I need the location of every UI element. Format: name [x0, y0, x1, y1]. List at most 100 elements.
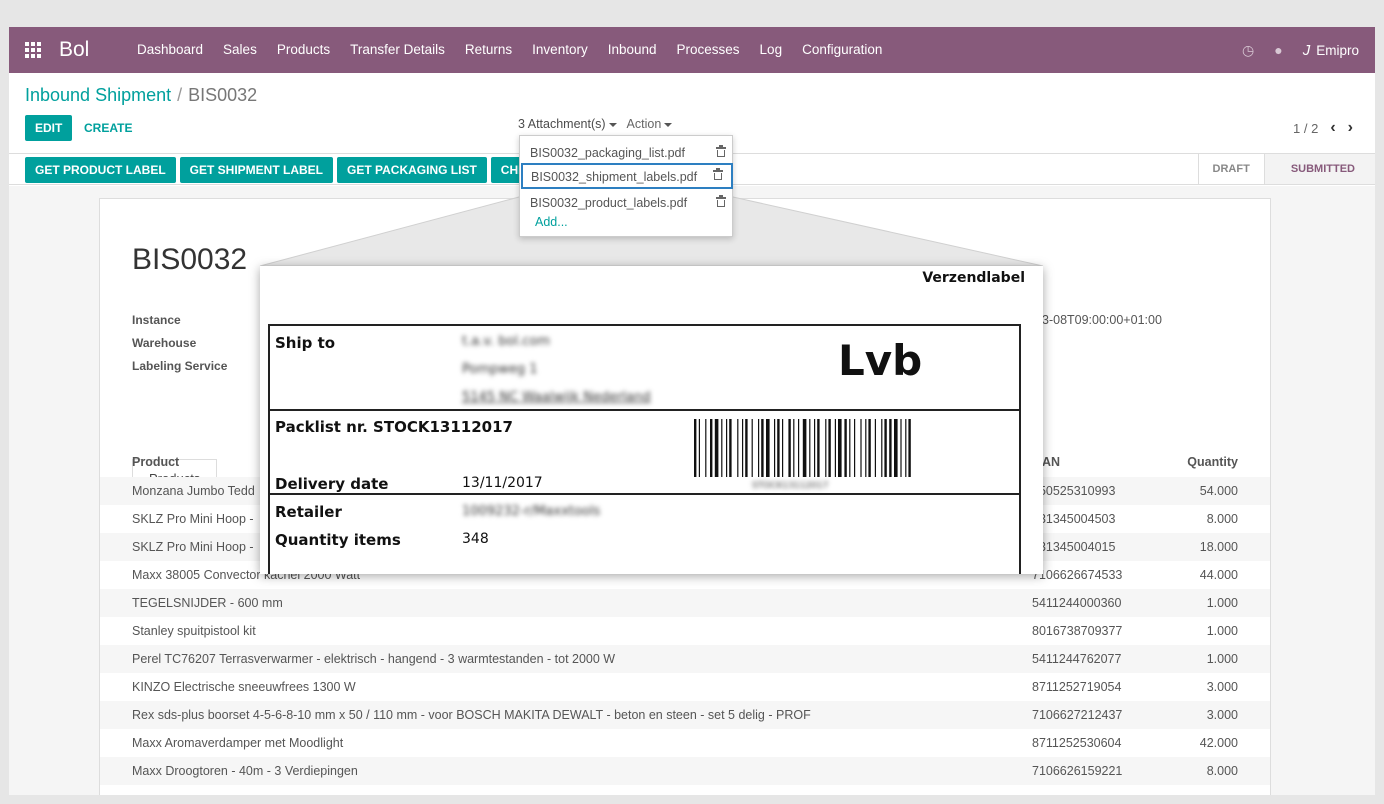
barcode-bar: [881, 419, 883, 477]
get-packaging-list-button[interactable]: GET PACKAGING LIST: [337, 157, 487, 183]
table-row[interactable]: Maxx Aromaverdamper met Moodlight 8711252…: [100, 729, 1270, 757]
pager: 1 / 2 ‹ ›: [1293, 119, 1353, 137]
pager-previous-icon[interactable]: ‹: [1330, 119, 1335, 137]
label-delivery-key: Delivery date: [275, 475, 389, 493]
label-quantity-value: 348: [462, 531, 489, 547]
cell-product: SKLZ Pro Mini Hoop -: [132, 540, 254, 554]
pager-next-icon[interactable]: ›: [1348, 119, 1353, 137]
barcode-bar: [809, 419, 811, 477]
attachments-dropdown[interactable]: 3 Attachment(s): [518, 117, 617, 131]
cell-quantity: 3.000: [1206, 680, 1238, 694]
chat-icon[interactable]: ●: [1274, 42, 1282, 58]
status-submitted[interactable]: SUBMITTED: [1263, 154, 1375, 184]
trash-icon[interactable]: [716, 145, 726, 157]
attachment-name: BIS0032_packaging_list.pdf: [530, 146, 685, 160]
label-quantity-key: Quantity items: [275, 531, 401, 549]
label-box: Ship to t.a.v. bol.com Pompweg 1 5145 NC…: [268, 324, 1021, 574]
table-row[interactable]: Stanley spuitpistool kit 8016738709377 1.0…: [100, 617, 1270, 645]
table-row[interactable]: Rex sds-plus boorset 4-5-6-8-10 mm x 50 …: [100, 701, 1270, 729]
col-product[interactable]: Product: [132, 455, 179, 469]
caret-down-icon: [608, 122, 617, 127]
menu-configuration[interactable]: Configuration: [792, 27, 892, 73]
label-retailer-key: Retailer: [275, 503, 342, 521]
trash-icon[interactable]: [716, 195, 726, 207]
menu-log[interactable]: Log: [750, 27, 793, 73]
navbar-systray: ◷ ● J Emipro: [1242, 27, 1359, 73]
pager-value[interactable]: 1 / 2: [1293, 121, 1318, 136]
get-shipment-label-button[interactable]: GET SHIPMENT LABEL: [179, 157, 334, 183]
barcode-bar: [758, 419, 760, 477]
label-delivery-value: 13/11/2017: [462, 475, 543, 491]
create-button[interactable]: CREATE: [77, 115, 139, 141]
cell-quantity: 54.000: [1199, 484, 1238, 498]
apps-menu-icon[interactable]: [25, 42, 41, 58]
barcode-bar: [710, 419, 713, 477]
add-attachment-link[interactable]: Add...: [535, 215, 568, 229]
menu-products[interactable]: Products: [267, 27, 340, 73]
barcode-text: STOCK13112017: [752, 481, 829, 491]
cell-product: KINZO Electrische sneeuwfrees 1300 W: [132, 680, 356, 694]
col-ean[interactable]: AN: [1042, 455, 1060, 469]
barcode-bar: [860, 419, 862, 477]
cell-ean: 7106626674533: [1032, 568, 1123, 582]
barcode-bar: [745, 419, 748, 477]
barcode-bar: [900, 419, 902, 477]
barcode-bar: [905, 419, 907, 477]
edit-button[interactable]: EDIT: [25, 115, 73, 141]
barcode-bar: [714, 419, 719, 477]
menu-processes[interactable]: Processes: [667, 27, 750, 73]
table-row[interactable]: TEGELSNIJDER - 600 mm 5411244000360 1.000: [100, 589, 1270, 617]
user-menu[interactable]: J Emipro: [1303, 42, 1359, 59]
table-row[interactable]: Perel TC76207 Terrasverwarmer - elektris…: [100, 645, 1270, 673]
barcode-bar: [774, 419, 776, 477]
label-title: Verzendlabel: [922, 270, 1025, 286]
breadcrumb-parent[interactable]: Inbound Shipment: [25, 85, 171, 105]
trash-icon[interactable]: [713, 168, 723, 180]
barcode-icon: [694, 419, 911, 477]
barcode-bar: [751, 419, 753, 477]
status-draft[interactable]: DRAFT: [1197, 154, 1264, 184]
label-ship-to-section: Ship to t.a.v. bol.com Pompweg 1 5145 NC…: [270, 326, 1019, 411]
barcode-bar: [825, 419, 827, 477]
cell-product: TEGELSNIJDER - 600 mm: [132, 596, 283, 610]
attachment-product-labels[interactable]: BIS0032_product_labels.pdf: [520, 192, 734, 214]
field-label-labeling-service: Labeling Service: [132, 359, 228, 373]
barcode-bar: [798, 419, 800, 477]
breadcrumb: Inbound Shipment / BIS0032: [25, 85, 257, 106]
cell-ean: 331345004015: [1032, 540, 1116, 554]
user-name: Emipro: [1316, 42, 1359, 58]
menu-sales[interactable]: Sales: [213, 27, 267, 73]
action-label: Action: [626, 117, 662, 131]
cell-product: SKLZ Pro Mini Hoop -: [132, 512, 254, 526]
barcode-bar: [705, 419, 707, 477]
attachment-packaging-list[interactable]: BIS0032_packaging_list.pdf: [520, 142, 734, 164]
action-dropdown[interactable]: Action: [627, 117, 673, 131]
table-row[interactable]: Maxx Droogtoren - 40m - 3 Verdiepingen 71…: [100, 757, 1270, 785]
barcode-bar: [828, 419, 831, 477]
app-brand[interactable]: Bol: [59, 38, 89, 62]
cell-quantity: 1.000: [1206, 596, 1238, 610]
user-avatar-icon: J: [1302, 41, 1311, 59]
get-product-label-button[interactable]: GET PRODUCT LABEL: [25, 157, 176, 183]
top-navbar: Bol Dashboard Sales Products Transfer De…: [9, 27, 1375, 73]
cell-quantity: 8.000: [1206, 764, 1238, 778]
cell-ean: 5411244762077: [1032, 652, 1122, 666]
col-quantity[interactable]: Quantity: [1187, 455, 1238, 469]
statusbar: DRAFT SUBMITTED: [1197, 154, 1375, 184]
attachment-shipment-labels[interactable]: BIS0032_shipment_labels.pdf: [521, 163, 733, 189]
menu-inbound[interactable]: Inbound: [598, 27, 667, 73]
cell-ean: 8711252530604: [1032, 736, 1122, 750]
menu-dashboard[interactable]: Dashboard: [127, 27, 213, 73]
barcode-bar: [884, 419, 887, 477]
menu-transfer-details[interactable]: Transfer Details: [340, 27, 455, 73]
table-row[interactable]: KINZO Electrische sneeuwfrees 1300 W 8711…: [100, 673, 1270, 701]
barcode-bar: [849, 419, 851, 477]
field-label-warehouse: Warehouse: [132, 336, 197, 350]
barcode-bar: [729, 419, 732, 477]
menu-returns[interactable]: Returns: [455, 27, 522, 73]
menu-inventory[interactable]: Inventory: [522, 27, 598, 73]
cell-product: Perel TC76207 Terrasverwarmer - elektris…: [132, 652, 616, 666]
clock-icon[interactable]: ◷: [1242, 42, 1254, 59]
breadcrumb-current: BIS0032: [188, 85, 258, 105]
caret-down-icon: [664, 122, 673, 127]
